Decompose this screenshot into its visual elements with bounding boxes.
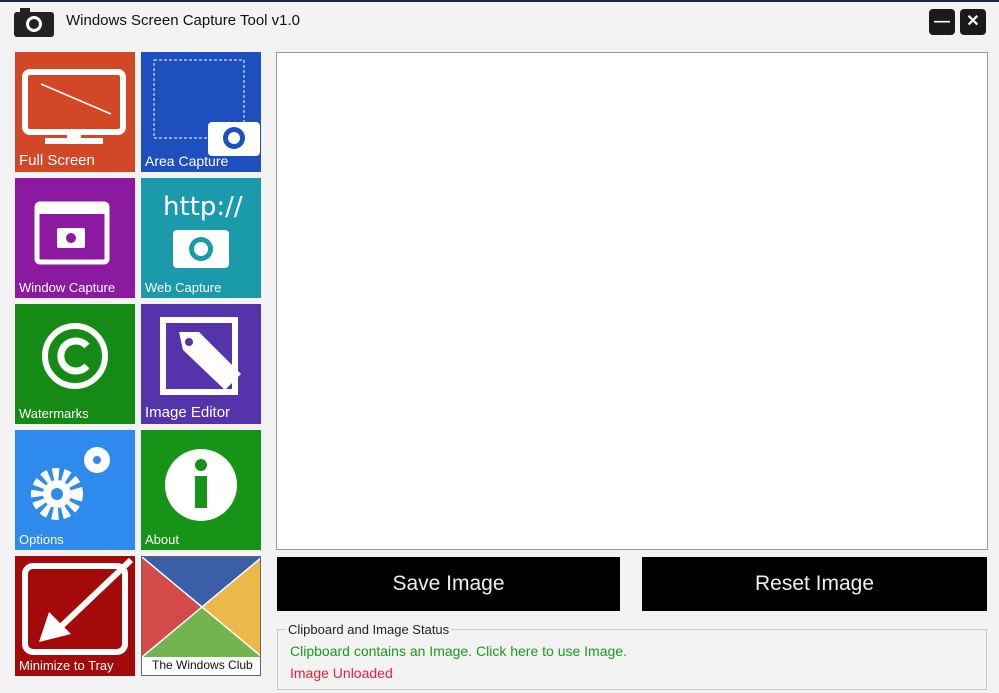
watermarks-tile[interactable]: Watermarks [15,304,135,424]
top-strip [0,0,999,2]
tile-label: Image Editor [145,404,230,421]
web-capture-tile[interactable]: http:// Web Capture [141,178,261,298]
windows-club-logo [142,557,261,657]
minimize-button[interactable]: — [929,9,955,35]
tile-label: Window Capture [19,280,115,295]
about-tile[interactable]: About [141,430,261,550]
reset-image-button[interactable]: Reset Image [642,557,987,611]
options-tile[interactable]: Options [15,430,135,550]
tile-label: Full Screen [19,152,95,169]
image-editor-tile[interactable]: Image Editor [141,304,261,424]
windows-club-tile[interactable]: The Windows Club [141,556,261,676]
tile-label: Watermarks [19,406,89,421]
clipboard-status-link[interactable]: Clipboard contains an Image. Click here … [290,643,627,659]
close-button[interactable]: ✕ [960,9,986,35]
tile-label: Minimize to Tray [19,658,114,673]
tile-label: About [145,532,179,547]
tile-label: Web Capture [145,280,221,295]
minimize-to-tray-tile[interactable]: Minimize to Tray [15,556,135,676]
status-legend: Clipboard and Image Status [286,622,451,637]
image-preview [276,52,988,550]
tile-label: The Windows Club [152,658,253,672]
save-image-button[interactable]: Save Image [277,557,620,611]
area-capture-tile[interactable]: Area Capture [141,52,261,172]
window-capture-tile[interactable]: Window Capture [15,178,135,298]
tile-label: Area Capture [145,153,228,169]
window-title: Windows Screen Capture Tool v1.0 [66,12,300,29]
tile-label: Options [19,532,64,547]
camera-icon [14,7,54,37]
image-status: Image Unloaded [290,665,393,681]
full-screen-tile[interactable]: Full Screen [15,52,135,172]
status-group: Clipboard and Image Status Clipboard con… [277,629,987,690]
